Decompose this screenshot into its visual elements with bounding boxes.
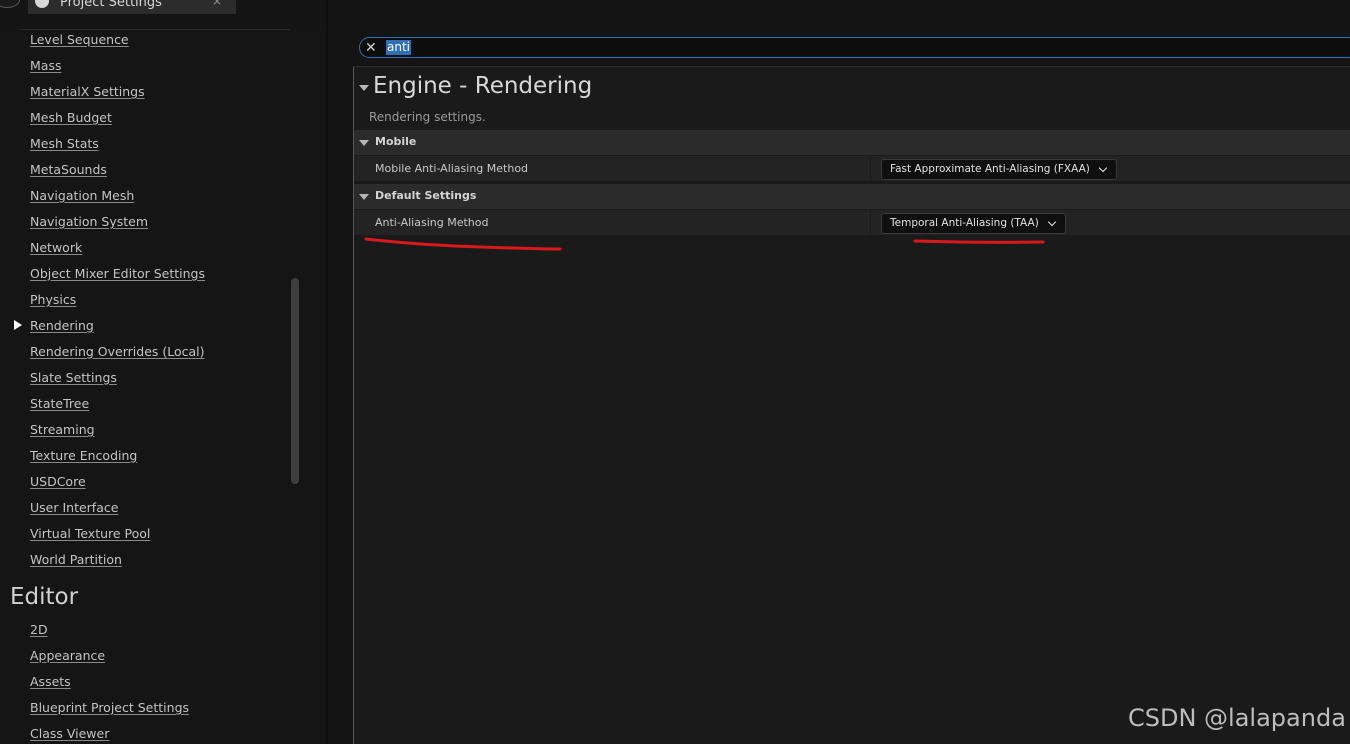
annotation-underline-value	[913, 239, 1045, 244]
watermark: CSDN @lalapanda	[1128, 704, 1346, 732]
annotation-underline-label	[364, 237, 562, 251]
annotation-layer	[364, 237, 1045, 251]
